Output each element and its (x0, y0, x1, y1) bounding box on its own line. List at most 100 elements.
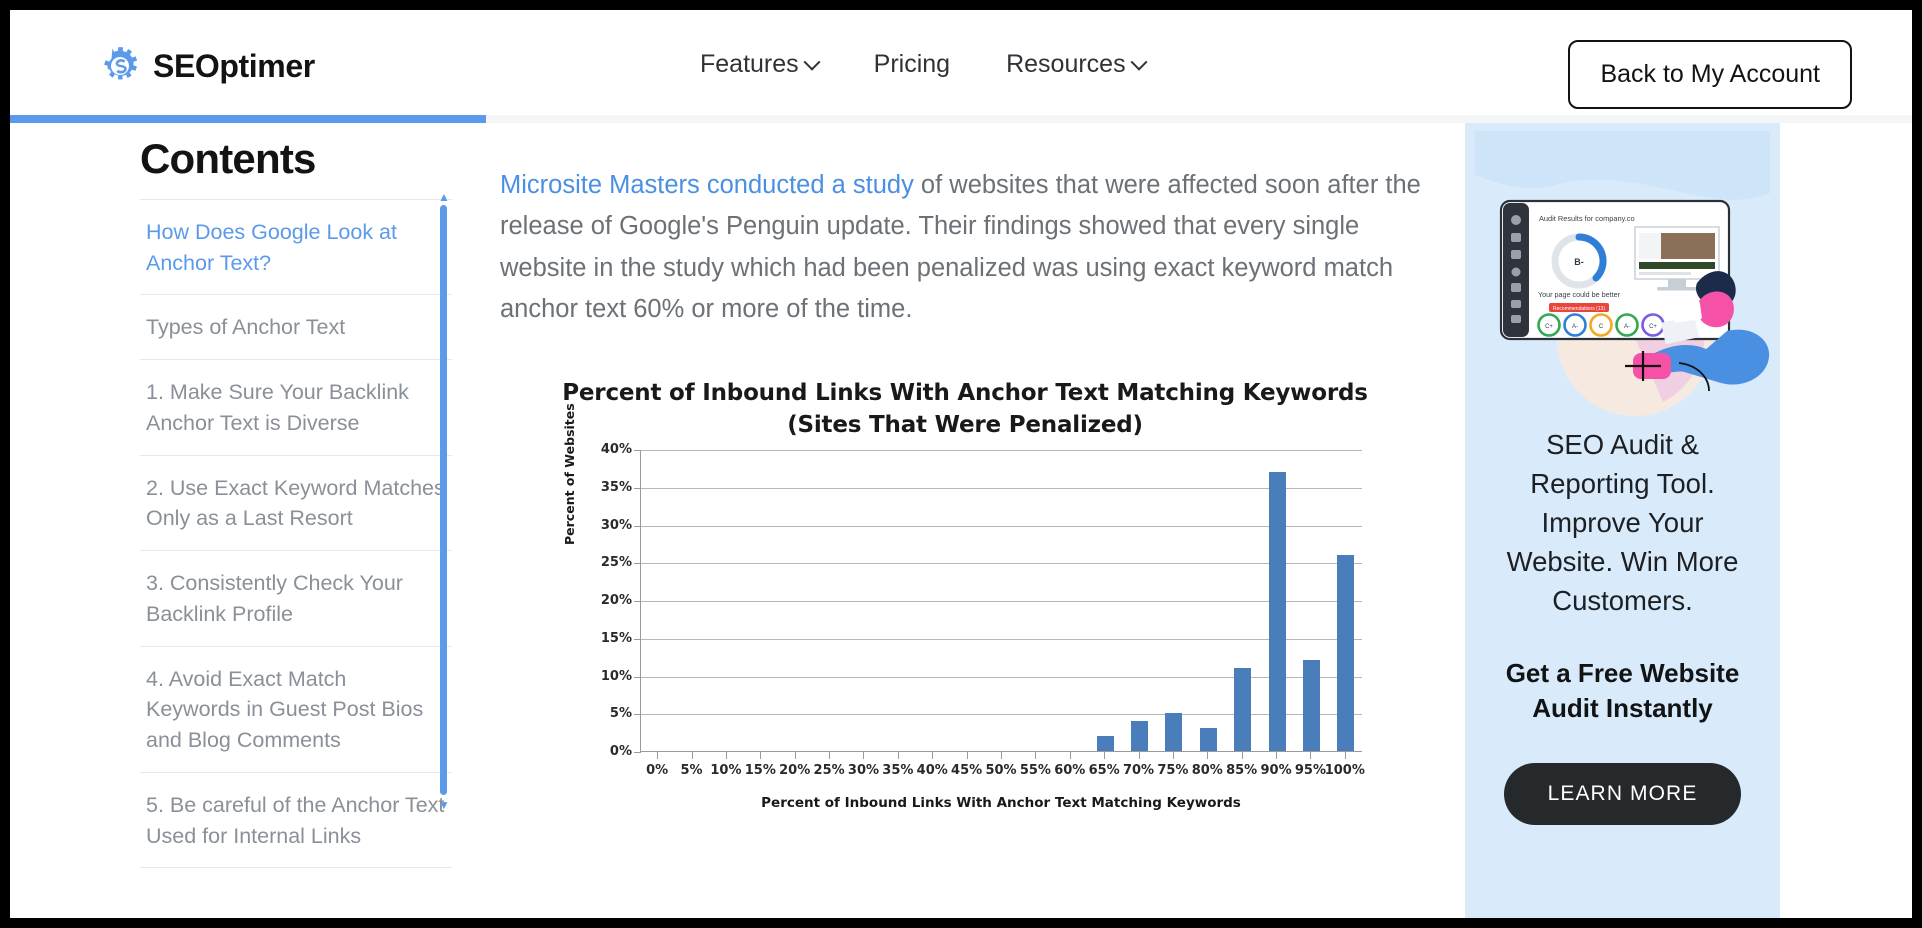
x-tick-mark (794, 752, 796, 759)
y-tick-mark (634, 638, 641, 640)
y-tick-mark (634, 676, 641, 678)
y-tick-mark (634, 450, 641, 451)
ad-headline: SEO Audit & Reporting Tool. Improve Your… (1506, 429, 1739, 617)
chart-bar (1131, 720, 1149, 751)
nav-label-pricing: Pricing (873, 50, 951, 78)
svg-text:A-: A- (1624, 324, 1630, 330)
x-tick-mark (1310, 752, 1312, 759)
toc-scrollbar-thumb[interactable] (440, 205, 447, 795)
learn-more-button[interactable]: LEARN MORE (1503, 763, 1742, 826)
nav-item-features[interactable]: Features (700, 50, 821, 79)
x-tick-mark (725, 752, 727, 759)
reading-progress-fill (10, 115, 486, 123)
y-tick-mark (634, 714, 641, 716)
x-tick-mark (1104, 752, 1106, 759)
reading-progress-bar (10, 115, 1912, 123)
contents-title: Contents (140, 135, 316, 182)
chart-plot-area (634, 449, 1362, 753)
chart-subtitle: (Sites That Were Penalized) (787, 411, 1143, 438)
y-tick-label: 40% (600, 442, 632, 457)
x-tick-mark (657, 752, 659, 759)
y-tick-label: 0% (609, 744, 632, 759)
chart-bar (1199, 728, 1217, 751)
toc-item-2[interactable]: 1. Make Sure Your Backlink Anchor Text i… (140, 359, 452, 454)
x-tick-mark (1035, 752, 1037, 759)
microsite-masters-study-link[interactable]: Microsite Masters conducted a study (500, 171, 914, 199)
svg-text:C+: C+ (1649, 324, 1657, 330)
nav-item-resources[interactable]: Resources (1006, 50, 1148, 79)
site-logo[interactable]: SEOptimer (98, 44, 315, 88)
seo-audit-dashboard-illustration: Audit Results for company.co B- Your pag… (1465, 123, 1780, 423)
toc-item-label: 1. Make Sure Your Backlink Anchor Text i… (146, 380, 409, 435)
x-tick-mark (966, 752, 968, 759)
y-tick-mark (634, 525, 641, 527)
y-tick-label: 20% (600, 593, 632, 608)
y-tick-label: 25% (600, 555, 632, 571)
toc-item-label: Types of Anchor Text (146, 315, 346, 340)
x-tick-mark (1344, 752, 1346, 759)
svg-text:Recommendations (13): Recommendations (13) (1553, 306, 1605, 312)
site-header: SEOptimer Features Pricing Resources Bac… (10, 10, 1912, 115)
chart-x-axis-ticks: 0% 5% 10% 15% 20% 25% 30% 35% 40% 45% 50% 55% 60% 65%… (640, 752, 1365, 792)
nav-label-features: Features (700, 50, 799, 78)
toc-item-5[interactable]: 4. Avoid Exact Match Keywords in Guest P… (140, 645, 452, 772)
article-content: Microsite Masters conducted a study of w… (500, 123, 1460, 918)
toc-item-label: 2. Use Exact Keyword Matches Only as a L… (146, 475, 445, 531)
y-tick-label: 10% (600, 668, 632, 684)
y-tick-mark (634, 563, 641, 565)
chevron-down-icon (803, 53, 821, 71)
toc-item-label: 5. Be careful of the Anchor Text Used fo… (146, 792, 445, 848)
sidebar-ad: Audit Results for company.co B- Your pag… (1465, 123, 1780, 918)
toc-item-label: 4. Avoid Exact Match Keywords in Guest P… (146, 666, 424, 753)
chevron-down-icon (1130, 53, 1148, 71)
x-tick-mark (897, 752, 899, 759)
chevron-down-icon[interactable]: ▼ (437, 799, 451, 811)
chart-bar (1234, 667, 1252, 751)
x-tick-mark (691, 752, 693, 759)
chart-title-line1: Percent of Inbound Links With Anchor Tex… (562, 380, 1368, 406)
y-tick-label: 30% (600, 517, 632, 533)
toc-list: How Does Google Look at Anchor Text? Type… (140, 199, 452, 869)
svg-text:C: C (1599, 324, 1604, 330)
svg-text:Audit Results for company.co: Audit Results for company.co (1539, 214, 1635, 223)
chart-bar (1337, 554, 1355, 751)
chart-title: Percent of Inbound Links With Anchor Tex… (560, 378, 1370, 441)
nav-item-pricing[interactable]: Pricing (874, 50, 950, 79)
chart-bar (1096, 735, 1114, 751)
toc-item-3[interactable]: 2. Use Exact Keyword Matches Only as a L… (140, 454, 452, 550)
x-tick-mark (1069, 752, 1071, 759)
main-navigation: Features Pricing Resources (700, 50, 1148, 79)
x-tick-mark (760, 752, 762, 759)
back-to-my-account-button[interactable]: Back to My Account (1568, 40, 1852, 109)
svg-text:Your page could be better: Your page could be better (1538, 290, 1621, 299)
chart-bar (1302, 660, 1320, 751)
svg-text:C+: C+ (1545, 324, 1553, 330)
chart-bar (1268, 471, 1286, 751)
x-tick-mark (1172, 752, 1174, 759)
toc-item-label: 3. Consistently Check Your Backlink Prof… (146, 571, 403, 626)
chart-bars (641, 449, 1362, 751)
chart-plot-region: Percent of Websites 0% 5% 10% 15% 20% 25% 30% 3… (560, 403, 1370, 811)
toc-item-4[interactable]: 3. Consistently Check Your Backlink Prof… (140, 550, 452, 645)
svg-text:A-: A- (1572, 324, 1578, 330)
y-tick-label: 35% (600, 479, 632, 495)
y-tick-mark (634, 601, 641, 602)
x-tick-mark (932, 752, 934, 759)
toc-item-1[interactable]: Types of Anchor Text (140, 294, 452, 359)
y-tick-label: 5% (609, 706, 632, 722)
x-tick-mark (1138, 752, 1140, 759)
page-root: SEOptimer Features Pricing Resources Bac… (0, 0, 1922, 928)
x-tick-mark (1207, 752, 1209, 759)
chevron-up-icon[interactable]: ▲ (437, 191, 451, 203)
page-body: Contents How Does Google Look at Anchor … (10, 123, 1912, 918)
x-tick-mark (1241, 752, 1243, 759)
toc-item-0[interactable]: How Does Google Look at Anchor Text? (140, 199, 452, 294)
chart-bar (1165, 713, 1183, 751)
toc-item-7[interactable]: 6. Relevancy is Just as Important as Bac… (140, 867, 452, 869)
y-tick-label: 15% (600, 630, 632, 646)
x-tick-label: 100% (1324, 763, 1365, 778)
toc-item-6[interactable]: 5. Be careful of the Anchor Text Used fo… (140, 771, 452, 867)
table-of-contents: Contents How Does Google Look at Anchor … (140, 135, 462, 895)
bar-chart: Percent of Inbound Links With Anchor Tex… (560, 378, 1370, 868)
chart-x-axis-label: Percent of Inbound Links With Anchor Tex… (761, 795, 1241, 811)
